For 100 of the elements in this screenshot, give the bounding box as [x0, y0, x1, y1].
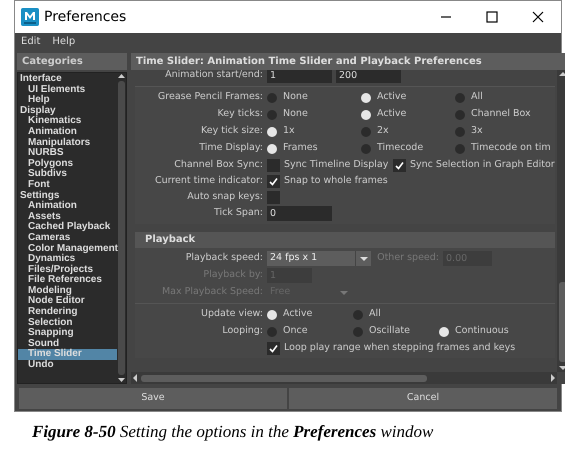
radio-button[interactable]	[361, 92, 371, 102]
radio-button[interactable]	[353, 310, 363, 320]
option-label: Active	[376, 90, 406, 104]
category-item[interactable]: Animation	[18, 201, 117, 212]
category-item[interactable]: Dynamics	[18, 254, 117, 265]
radio-button[interactable]	[361, 126, 371, 136]
radio-button[interactable]	[361, 110, 371, 120]
category-item[interactable]: Animation	[18, 126, 117, 138]
checkbox[interactable]	[267, 158, 280, 172]
radio-button[interactable]	[455, 144, 465, 154]
category-item[interactable]: Kinematics	[18, 116, 117, 127]
vertical-scrollbar[interactable]	[556, 70, 565, 372]
radio-button[interactable]	[267, 126, 277, 136]
panel-header: Time Slider: Animation Time Slider and Playback Preferences	[131, 53, 565, 70]
option-label: Continuous	[454, 324, 509, 338]
sidebar-header: Categories	[17, 53, 127, 70]
option-label: 1x	[282, 124, 295, 138]
category-item[interactable]: NURBS	[18, 148, 117, 159]
setting-label: Time Display:	[198, 141, 264, 156]
option-label: None	[282, 90, 308, 104]
caret-icon	[355, 251, 371, 266]
radio-button[interactable]	[361, 144, 371, 154]
category-item[interactable]: UI Elements	[18, 84, 117, 96]
radio-button[interactable]	[267, 144, 277, 154]
category-item[interactable]: Sound	[18, 338, 117, 350]
option-label: Once	[282, 324, 308, 338]
input-field[interactable]: 200	[336, 70, 401, 83]
category-item[interactable]: Interface	[18, 74, 117, 85]
dialog-button[interactable]: Cancel	[289, 388, 557, 409]
category-item[interactable]: Polygons	[18, 158, 117, 170]
scroll-up-icon[interactable]	[558, 70, 565, 78]
option-label: All	[368, 307, 381, 322]
option-label: Sync Timeline Display	[284, 158, 388, 172]
checkbox[interactable]	[267, 174, 280, 188]
input-field[interactable]: 1	[267, 70, 332, 83]
setting-label: Key tick size:	[200, 124, 264, 138]
category-item[interactable]: Undo	[18, 360, 117, 371]
category-item[interactable]: Modeling	[18, 286, 117, 296]
horizontal-scrollbar[interactable]	[131, 372, 557, 384]
setting-label: Playback speed:	[184, 251, 264, 266]
radio-button[interactable]	[267, 310, 277, 320]
category-item[interactable]: Subdivs	[18, 169, 117, 180]
vertical-scrollbar[interactable]	[117, 73, 126, 383]
category-item[interactable]: Font	[18, 180, 117, 191]
radio-button[interactable]	[267, 326, 277, 336]
dialog-button[interactable]: Save	[19, 388, 287, 409]
option-label: Active	[376, 107, 406, 122]
category-item[interactable]: Display	[18, 106, 117, 116]
category-item[interactable]: Color Management	[18, 244, 117, 254]
option-label: 3x	[470, 124, 483, 138]
close-icon	[532, 11, 544, 23]
setting-label: Channel Box Sync:	[173, 158, 264, 172]
dropdown[interactable]: 24 fps x 1	[267, 251, 371, 266]
scroll-down-icon[interactable]	[118, 377, 125, 383]
section-header[interactable]: Playback	[135, 232, 555, 247]
radio-button[interactable]	[455, 110, 465, 120]
category-item[interactable]: Assets	[18, 212, 117, 222]
checkbox[interactable]	[393, 158, 406, 172]
scroll-left-icon[interactable]	[131, 374, 139, 382]
scroll-down-icon[interactable]	[558, 364, 565, 372]
menu-item[interactable]: Edit	[21, 34, 40, 49]
radio-button[interactable]	[267, 110, 277, 120]
radio-button[interactable]	[455, 92, 465, 102]
category-item[interactable]: Snapping	[18, 328, 117, 339]
radio-button[interactable]	[353, 326, 363, 336]
option-label: Timecode on tim	[470, 141, 551, 156]
menu-item[interactable]: Help	[52, 34, 76, 49]
option-label: Active	[282, 307, 312, 322]
window-title: Preferences	[44, 8, 126, 26]
scroll-up-icon[interactable]	[118, 73, 125, 79]
option-label: All	[470, 90, 483, 104]
category-item[interactable]: Node Editor	[18, 296, 117, 308]
category-item[interactable]: Rendering	[18, 307, 117, 318]
category-item[interactable]: Cameras	[18, 232, 117, 244]
app-logo-icon	[21, 8, 39, 26]
input-field[interactable]: 0	[267, 206, 332, 221]
maximize-icon	[486, 11, 498, 23]
category-item[interactable]: Manipulators	[18, 138, 117, 148]
setting-label: Looping:	[221, 324, 264, 338]
checkbox[interactable]	[267, 342, 280, 354]
option-label: Channel Box	[470, 107, 531, 122]
category-item[interactable]: Files/Projects	[18, 264, 117, 276]
setting-label: Tick Span:	[213, 206, 264, 220]
category-item[interactable]: Cached Playback	[18, 222, 117, 233]
radio-button[interactable]	[439, 326, 449, 336]
radio-button[interactable]	[455, 126, 465, 136]
option-label: Sync Selection in Graph Editor	[410, 158, 555, 172]
option-label: Timecode	[376, 141, 424, 156]
setting-label: Update view:	[200, 307, 264, 322]
option-label: Snap to whole frames	[284, 174, 388, 188]
checkbox[interactable]	[267, 190, 280, 204]
option-label: 2x	[376, 124, 389, 138]
option-label: None	[282, 107, 308, 122]
category-item[interactable]: Selection	[18, 318, 117, 328]
category-item[interactable]: File References	[18, 275, 117, 286]
option-label: Frames	[282, 141, 318, 156]
category-item[interactable]: Help	[18, 95, 117, 106]
scroll-right-icon[interactable]	[548, 374, 557, 382]
category-item[interactable]: Settings	[18, 190, 117, 202]
radio-button[interactable]	[267, 92, 277, 102]
